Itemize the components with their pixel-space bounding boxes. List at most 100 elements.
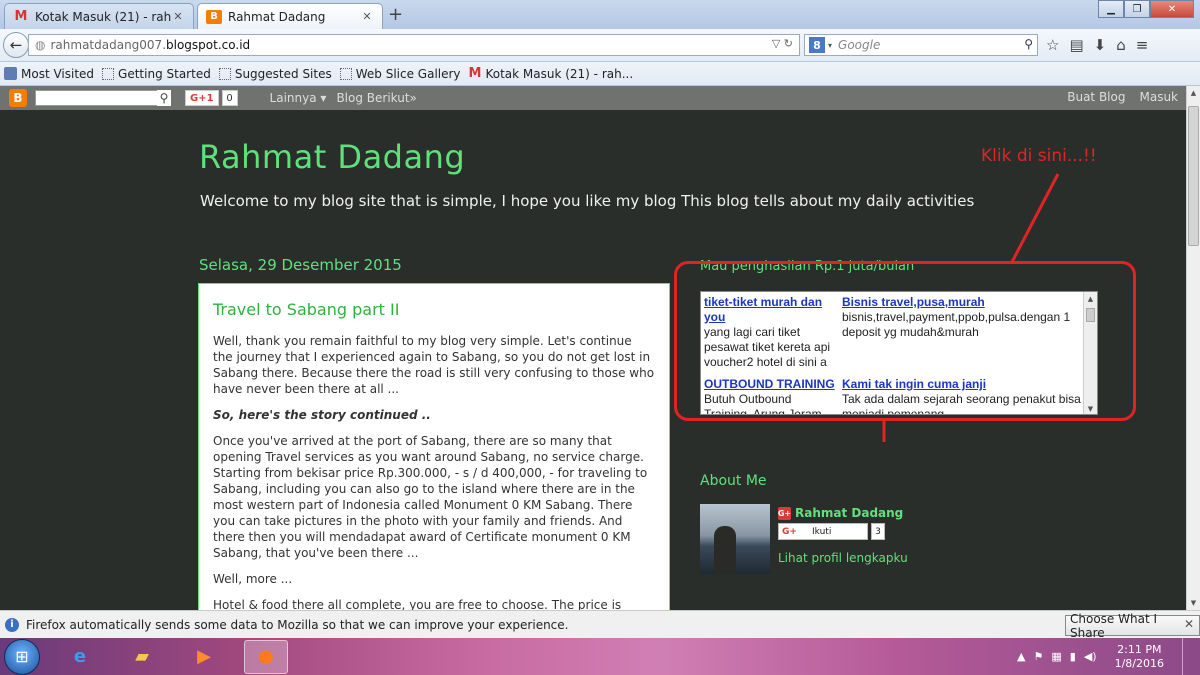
restore-button[interactable]: ❐ [1124, 0, 1150, 18]
ad-scrollbar[interactable]: ▲ ▼ [1083, 292, 1097, 414]
post-title[interactable]: Travel to Sabang part II [213, 300, 655, 319]
menu-icon[interactable]: ≡ [1136, 36, 1149, 54]
bookmark-most-visited[interactable]: Most Visited [4, 67, 94, 81]
taskbar-ie[interactable]: e [58, 640, 102, 674]
scroll-down-icon[interactable]: ▼ [1084, 402, 1097, 414]
clock-time: 2:11 PM [1117, 642, 1162, 656]
bookmark-suggested-sites[interactable]: Suggested Sites [218, 66, 332, 81]
flag-icon[interactable]: ⚑ [1033, 650, 1043, 663]
network-icon[interactable]: ▦ [1051, 650, 1061, 663]
login-link[interactable]: Masuk [1139, 90, 1178, 104]
taskbar: ⊞ e ▰ ▶ ● ▲ ⚑ ▦ ▮ ◀) 2:11 PM 1/8/2016 [0, 638, 1200, 675]
ad-item: Kami tak ingin cuma janji Tak ada dalam … [842, 377, 1084, 415]
show-desktop-button[interactable] [1182, 638, 1194, 675]
follow-button[interactable]: G+ Ikuti [778, 523, 868, 540]
notification-bar: i Firefox automatically sends some data … [0, 610, 1200, 640]
next-blog-link[interactable]: Blog Berikut» [336, 91, 416, 105]
blogger-logo-icon[interactable]: B [9, 89, 27, 107]
close-icon[interactable]: ✕ [171, 10, 185, 23]
ad-item: OUTBOUND TRAINING Butuh Outbound Trainin… [704, 377, 836, 414]
back-button[interactable]: ← [3, 32, 29, 58]
window-close-button[interactable]: ✕ [1150, 0, 1194, 18]
gplus-button[interactable]: G+1 [185, 90, 219, 106]
ad-link[interactable]: Kami tak ingin cuma janji [842, 377, 986, 391]
search-icon[interactable]: ⚲ [1024, 37, 1033, 51]
tab-title: Rahmat Dadang [228, 9, 326, 24]
bookmark-star-icon[interactable]: ☆ [1046, 36, 1059, 54]
back-arrow-icon: ← [9, 36, 23, 54]
chevron-down-icon[interactable]: ▾ [828, 41, 832, 50]
ad-item: tiket-tiket murah dan you yang lagi cari… [704, 295, 836, 377]
start-button[interactable]: ⊞ [4, 638, 40, 675]
blogger-actions: Buat Blog Masuk [1067, 90, 1178, 104]
tab-gmail[interactable]: M Kotak Masuk (21) - rahmat... ✕ [4, 3, 194, 29]
taskbar-firefox[interactable]: ● [244, 639, 288, 674]
tab-blog[interactable]: B Rahmat Dadang ✕ [197, 3, 383, 29]
reading-list-icon[interactable]: ▤ [1069, 36, 1083, 54]
gplus-icon: G+ [782, 526, 797, 537]
tab-bar: M Kotak Masuk (21) - rahmat... ✕ B Rahma… [0, 0, 1200, 29]
date-header: Selasa, 29 Desember 2015 [199, 256, 402, 274]
post-paragraph: So, here's the story continued .. [213, 408, 431, 422]
scroll-thumb[interactable] [1086, 308, 1095, 322]
ad-text: yang lagi cari tiket pesawat tiket keret… [704, 325, 831, 369]
signal-icon[interactable]: ▮ [1070, 650, 1076, 663]
minimize-button[interactable]: ▁ [1098, 0, 1124, 18]
scroll-up-icon[interactable]: ▲ [1084, 292, 1097, 306]
more-menu[interactable]: Lainnya ▾ [270, 91, 327, 105]
new-tab-button[interactable]: + [388, 4, 403, 25]
page-scrollbar[interactable]: ▲ ▼ [1186, 86, 1200, 610]
taskbar-explorer[interactable]: ▰ [120, 640, 164, 674]
full-profile-link[interactable]: Lihat profil lengkapku [778, 551, 908, 565]
ad-link[interactable]: tiket-tiket murah dan you [704, 295, 822, 324]
media-player-icon: ▶ [197, 646, 211, 667]
scroll-up-icon[interactable]: ▲ [1187, 86, 1200, 100]
bookmark-label: Kotak Masuk (21) - rah... [485, 66, 634, 81]
post-paragraph: Well, thank you remain faithful to my bl… [213, 334, 655, 396]
search-bar[interactable]: 8 ▾ Google ⚲ [804, 34, 1038, 56]
create-blog-link[interactable]: Buat Blog [1067, 90, 1125, 104]
blog-search-input[interactable] [35, 90, 161, 106]
profile-name[interactable]: G+ Rahmat Dadang [778, 506, 903, 520]
choose-what-i-share-button[interactable]: Choose What I Share [1065, 612, 1200, 640]
post-paragraph: Well, more ... [213, 572, 293, 586]
bookmark-getting-started[interactable]: Getting Started [102, 67, 211, 81]
home-icon[interactable]: ⌂ [1116, 36, 1126, 54]
window-controls: ▁ ❐ ✕ [1098, 0, 1194, 18]
volume-icon[interactable]: ◀) [1084, 650, 1097, 663]
clock[interactable]: 2:11 PM 1/8/2016 [1115, 643, 1164, 671]
bookmark-label: Suggested Sites [234, 66, 332, 81]
toolbar-icons: ☆ ▤ ⬇ ⌂ ≡ [1046, 36, 1148, 54]
close-icon[interactable]: ✕ [360, 10, 374, 23]
show-hidden-icons-icon[interactable]: ▲ [1017, 650, 1025, 663]
scroll-down-icon[interactable]: ▼ [1187, 596, 1200, 610]
bookmark-web-slice[interactable]: Web Slice Gallery [339, 66, 461, 81]
close-icon[interactable]: ✕ [1184, 617, 1194, 631]
url-bar[interactable]: ◍ rahmatdadang007. blogspot.co.id ▽ ↻ [28, 34, 800, 56]
follow-label: Ikuti [812, 526, 832, 537]
url-subdomain: rahmatdadang007. [50, 38, 167, 52]
ad-link[interactable]: OUTBOUND TRAINING [704, 377, 835, 391]
profile-photo[interactable] [700, 504, 770, 574]
reload-icon[interactable]: ↻ [784, 37, 793, 50]
ad-text: Tak ada dalam sejarah seorang penakut bi… [842, 392, 1081, 415]
dropdown-icon[interactable]: ▽ [772, 37, 780, 50]
search-input[interactable]: Google [838, 38, 880, 52]
profile-name-text[interactable]: Rahmat Dadang [795, 506, 903, 520]
ad-widget: tiket-tiket murah dan you yang lagi cari… [700, 291, 1098, 415]
google-icon[interactable]: 8 [809, 37, 825, 53]
ad-widget-title: Mau penghasilan Rp.1 juta/bulan [700, 259, 915, 274]
taskbar-media[interactable]: ▶ [182, 640, 226, 674]
bookmark-label: Web Slice Gallery [355, 66, 461, 81]
notification-text: Firefox automatically sends some data to… [26, 617, 569, 632]
ad-link[interactable]: Bisnis travel,pusa,murah [842, 295, 985, 309]
search-icon[interactable]: ⚲ [157, 90, 171, 106]
blog-description: Welcome to my blog site that is simple, … [200, 192, 975, 210]
blog-title[interactable]: Rahmat Dadang [199, 138, 465, 176]
bookmark-gmail[interactable]: M Kotak Masuk (21) - rah... [469, 66, 634, 81]
download-icon[interactable]: ⬇ [1094, 36, 1107, 54]
scroll-thumb[interactable] [1188, 106, 1199, 246]
blogger-navbar: B ⚲ G+1 0 Lainnya ▾ Blog Berikut» Buat B… [0, 86, 1186, 110]
system-tray: ▲ ⚑ ▦ ▮ ◀) 2:11 PM 1/8/2016 [1017, 638, 1200, 675]
gplus-count: 0 [221, 90, 238, 106]
